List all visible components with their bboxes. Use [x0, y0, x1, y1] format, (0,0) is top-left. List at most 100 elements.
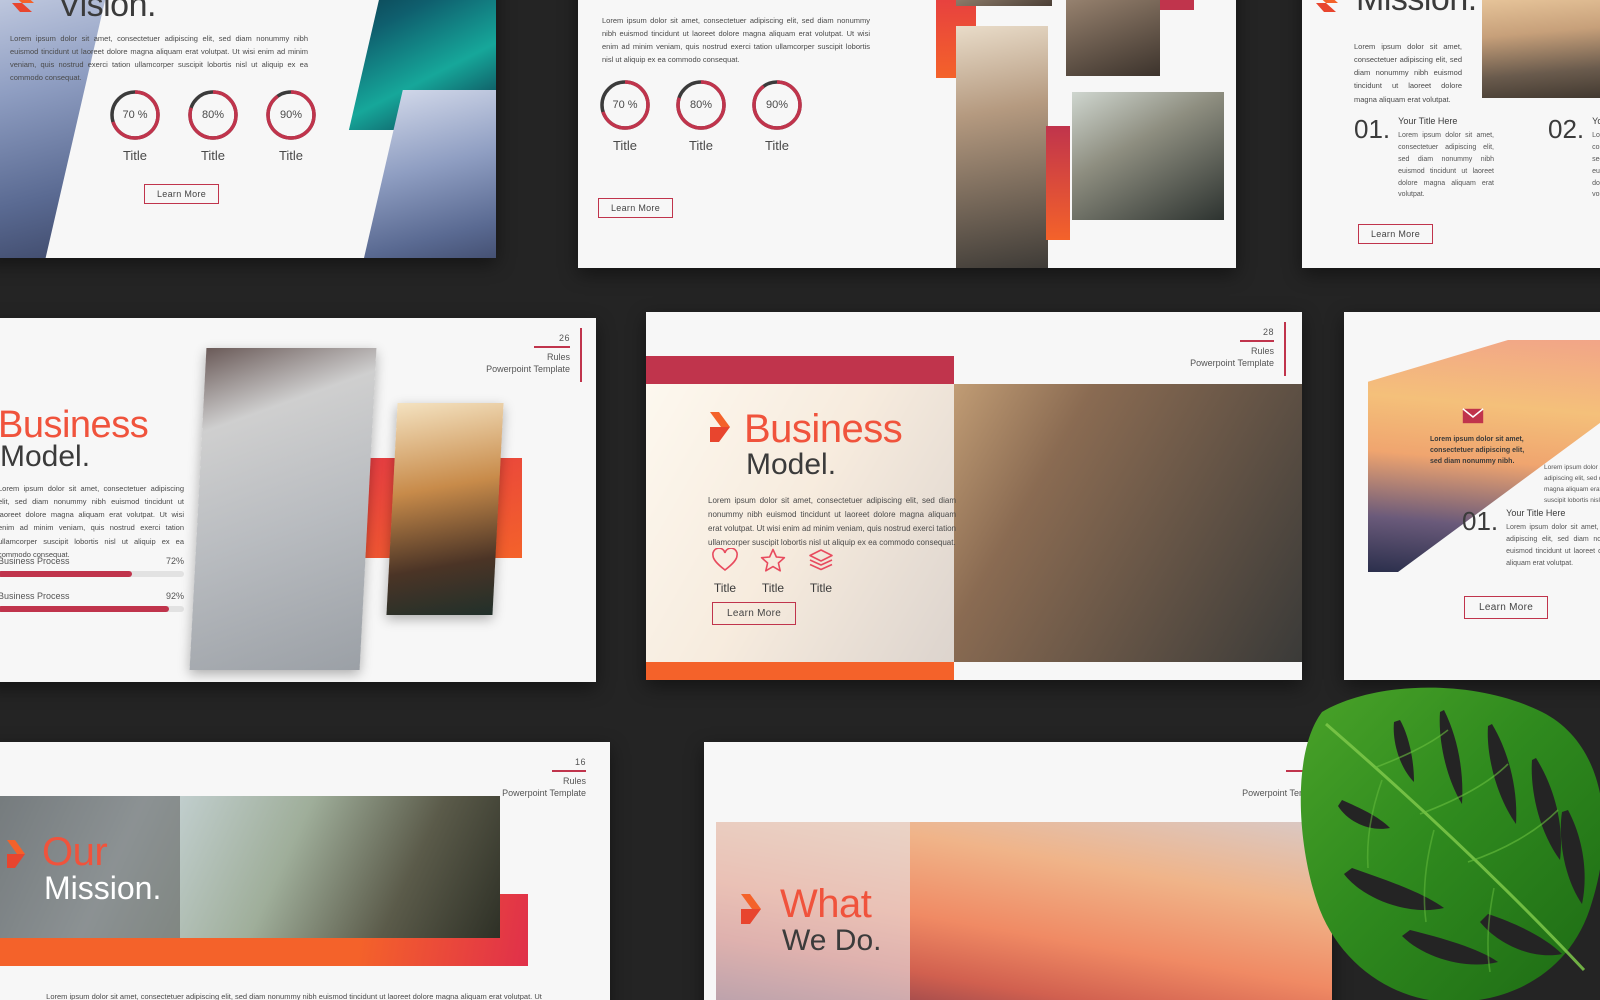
slide-what-we-do-12[interactable]: 12 Rules Powerpoint Template What We Do.…	[704, 742, 1332, 1000]
slide-our-mission-16[interactable]: 16 Rules Powerpoint Template Our Mission…	[0, 742, 610, 1000]
photo-woman-portrait	[1072, 92, 1224, 220]
feature-heart[interactable]: Title	[712, 547, 738, 595]
item-text: Lorem ipsum dolor sit amet, consectetuer…	[1506, 524, 1600, 567]
page-marker: 26 Rules Powerpoint Template	[450, 328, 582, 382]
item-title: Your Title Here	[1592, 116, 1600, 126]
page-number: 26	[558, 333, 570, 343]
chevron-logo-icon	[10, 0, 36, 17]
item-title: Your Title Here	[1398, 116, 1458, 126]
feature-layers[interactable]: Title	[808, 548, 834, 595]
slide-title-main: Model.	[0, 440, 91, 473]
learn-more-button[interactable]: Learn More	[144, 184, 220, 204]
ring-value: 70 %	[122, 109, 148, 121]
slide-title: Vision.	[58, 0, 156, 24]
heart-icon	[712, 547, 738, 572]
slide-body-text: Lorem ipsum dolor sit amet, consectetuer…	[602, 16, 870, 65]
slide-body-text: Lorem ipsum dolor sit amet, consectetuer…	[1354, 42, 1462, 104]
footer-line-1: Rules	[1250, 346, 1274, 357]
chevron-logo-icon	[6, 840, 26, 873]
progress-track	[0, 606, 184, 612]
photo-mountain-road	[1482, 0, 1600, 98]
page-number: 28	[1262, 327, 1274, 337]
feature-label: Title	[761, 581, 785, 595]
ring-label: Title	[764, 138, 790, 153]
page-number: 16	[574, 757, 586, 767]
slide-title-accent: What	[780, 882, 872, 926]
learn-more-button[interactable]: Learn More	[712, 602, 797, 625]
donut-chart-90: 90%	[750, 78, 804, 132]
progress-fill	[0, 571, 132, 577]
slide-business-model-28[interactable]: 28 Rules Powerpoint Template Business Mo…	[646, 312, 1302, 680]
progress-row-2: Business Process 92%	[0, 591, 184, 612]
slide-title-main: We Do.	[782, 924, 882, 957]
donut-chart-90: 90%	[264, 88, 318, 142]
ring-value: 90%	[765, 99, 789, 111]
slide-mission-top[interactable]: Mission. Lorem ipsum dolor sit amet, con…	[1302, 0, 1600, 268]
progress-value: 92%	[165, 591, 184, 601]
item-title: Your Title Here	[1506, 508, 1566, 518]
photo-woman-hair-backlit	[386, 403, 504, 615]
photo-woman-hair	[956, 26, 1048, 268]
progress-value: 72%	[165, 556, 184, 566]
photo-sweater	[189, 348, 377, 670]
donut-chart-70: 70 %	[108, 88, 162, 142]
slide-body-text: Lorem ipsum dolor sit amet, consectetuer…	[10, 34, 308, 83]
feature-label: Title	[809, 581, 833, 595]
slide-title: Mission.	[1356, 0, 1477, 19]
ring-metrics-group: 70 % Title 80% Title 90% Title	[108, 88, 318, 163]
slide-deck-preview-board: Vision. Lorem ipsum dolor sit amet, cons…	[0, 0, 1600, 1000]
ring-label: Title	[688, 138, 714, 153]
page-number: 12	[1314, 757, 1326, 767]
ring-metric-1: 70 % Title	[108, 88, 162, 163]
envelope-icon	[1462, 408, 1484, 424]
progress-row-1: Business Process 72%	[0, 556, 184, 577]
slide-body-text: Lorem ipsum dolor sit amet, consectetuer…	[0, 484, 184, 559]
slide-body-text: Lorem ipsum dolor sit amet, consectetuer…	[46, 992, 542, 1000]
ring-metric-2: 80% Title	[186, 88, 240, 163]
side-text: Lorem ipsum dolor sit amet, consectetuer…	[1544, 464, 1600, 505]
item-number: 01.	[1462, 506, 1499, 536]
page-marker: 12 Rules Powerpoint Template	[1196, 756, 1326, 799]
slide-title-accent: Business	[744, 407, 903, 451]
star-icon	[760, 548, 786, 572]
chevron-logo-icon	[740, 894, 762, 929]
slide-plan-strategies[interactable]: Plan Strategies. Lorem ipsum dolor sit a…	[578, 0, 1236, 268]
photo-woman-jeans	[956, 0, 1052, 6]
progress-label: Business Process	[0, 556, 70, 566]
callout-text: Lorem ipsum dolor sit amet, consectetuer…	[1430, 436, 1525, 466]
donut-chart-70: 70 %	[598, 78, 652, 132]
donut-chart-80: 80%	[186, 88, 240, 142]
learn-more-button[interactable]: Learn More	[598, 198, 674, 218]
item-number: 02.	[1548, 114, 1585, 144]
slide-title-main: Model.	[746, 448, 837, 481]
red-accent-block-2	[1046, 126, 1070, 240]
numbered-item-02: 02. Your Title Here Lorem ipsum dolor si…	[1548, 116, 1600, 201]
numbered-item-01: 01. Your Title Here Lorem ipsum dolor si…	[1354, 116, 1494, 201]
slide-envelope[interactable]: Lorem ipsum dolor sit amet, consectetuer…	[1344, 312, 1600, 680]
learn-more-button[interactable]: Learn More	[1464, 596, 1549, 619]
feature-icons-row: Title Title Title	[712, 547, 834, 595]
feature-star[interactable]: Title	[760, 548, 786, 595]
numbered-item-01: 01. Your Title Here Lorem ipsum dolor si…	[1462, 508, 1600, 570]
ring-label: Title	[612, 138, 638, 153]
slide-body-text: Lorem ipsum dolor sit amet, consectetuer…	[708, 496, 956, 547]
item-text: Lorem ipsum dolor sit amet, consectetuer…	[1592, 132, 1600, 199]
chevron-logo-icon	[708, 412, 732, 447]
orange-footer-bar	[646, 662, 954, 680]
progress-fill	[0, 606, 170, 612]
footer-line-1: Rules	[562, 776, 586, 787]
ring-value: 80%	[689, 99, 713, 111]
page-marker: 16 Rules Powerpoint Template	[466, 756, 586, 799]
ring-value: 80%	[201, 109, 225, 121]
footer-line-1: Rules	[1302, 776, 1326, 787]
slide-business-model-26[interactable]: 26 Rules Powerpoint Template Business Mo…	[0, 318, 596, 682]
progress-track	[0, 571, 184, 577]
learn-more-button[interactable]: Learn More	[1358, 224, 1434, 244]
item-text: Lorem ipsum dolor sit amet, consectetuer…	[1398, 132, 1494, 199]
ring-value: 70 %	[612, 99, 638, 111]
page-marker: 28 Rules Powerpoint Template	[1154, 322, 1286, 376]
red-header-bar	[646, 356, 954, 384]
ring-metric-2: 80% Title	[674, 78, 728, 153]
footer-line-2: Powerpoint Template	[1242, 788, 1326, 799]
slide-vision[interactable]: Vision. Lorem ipsum dolor sit amet, cons…	[0, 0, 496, 258]
